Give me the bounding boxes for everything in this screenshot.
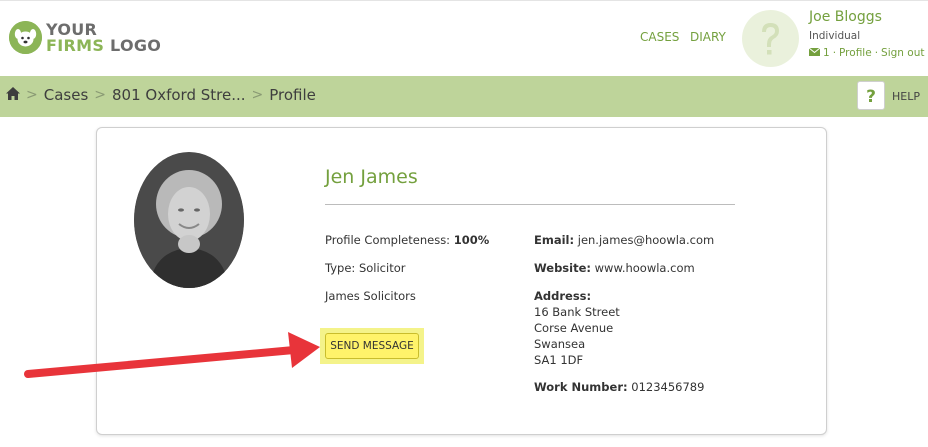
address-line: 16 Bank Street — [534, 305, 620, 319]
address-line: Swansea — [534, 337, 586, 351]
logo-dog-icon — [9, 21, 42, 54]
breadcrumb-separator: > — [26, 87, 38, 103]
breadcrumb-profile: Profile — [269, 86, 316, 104]
user-links: 1 · Profile · Sign out — [808, 47, 924, 59]
address-block: Address: 16 Bank Street Corse Avenue Swa… — [534, 288, 620, 368]
website-value[interactable]: www.hoowla.com — [595, 261, 695, 275]
profile-card: Jen James Profile Completeness: 100% Typ… — [96, 127, 827, 435]
breadcrumb-case[interactable]: 801 Oxford Stre... — [112, 86, 246, 104]
user-type: Individual — [809, 30, 861, 42]
dot-separator: · — [832, 47, 837, 59]
signout-link[interactable]: Sign out — [881, 47, 924, 59]
message-count[interactable]: 1 — [823, 47, 830, 59]
logo-wordmark: YOUR FIRMS LOGO — [46, 21, 162, 55]
firm-logo[interactable]: YOUR FIRMS LOGO — [9, 21, 161, 54]
pointer-arrow — [22, 328, 327, 388]
profile-link[interactable]: Profile — [839, 47, 872, 59]
completeness-value: 100% — [453, 233, 490, 247]
logo-line2b: LOGO — [110, 35, 162, 55]
help-button[interactable]: ? — [857, 81, 885, 110]
send-message-button[interactable]: SEND MESSAGE — [325, 333, 419, 359]
work-number-value: 0123456789 — [631, 380, 705, 394]
address-line: Corse Avenue — [534, 321, 614, 335]
profile-completeness: Profile Completeness: 100% — [325, 232, 489, 248]
logo-line2a: FIRMS — [46, 35, 105, 55]
help-icon: ? — [866, 87, 876, 107]
email-row: Email: jen.james@hoowla.com — [534, 232, 714, 248]
breadcrumb-separator: > — [251, 87, 264, 103]
website-row: Website: www.hoowla.com — [534, 260, 695, 276]
help-label[interactable]: HELP — [892, 90, 920, 103]
profile-firm: James Solicitors — [325, 289, 416, 303]
breadcrumb-separator: > — [94, 87, 106, 103]
breadcrumb: > Cases > 801 Oxford Stre... > Profile — [6, 86, 316, 104]
completeness-label: Profile Completeness: — [325, 233, 451, 247]
nav-diary[interactable]: DIARY — [690, 30, 726, 44]
breadcrumb-cases[interactable]: Cases — [44, 86, 89, 104]
user-name[interactable]: Joe Bloggs — [809, 9, 882, 25]
profile-photo — [134, 152, 244, 288]
email-label: Email: — [534, 233, 575, 247]
nav-cases[interactable]: CASES — [640, 30, 679, 44]
profile-type: Type: Solicitor — [325, 261, 406, 275]
top-header: YOUR FIRMS LOGO CASES DIARY Joe Bloggs I… — [0, 0, 928, 76]
email-value[interactable]: jen.james@hoowla.com — [578, 233, 714, 247]
address-label: Address: — [534, 289, 592, 303]
work-number-row: Work Number: 0123456789 — [534, 379, 704, 395]
website-label: Website: — [534, 261, 591, 275]
name-divider — [325, 204, 735, 205]
home-icon[interactable] — [6, 86, 20, 104]
dot-separator: · — [874, 47, 879, 59]
envelope-icon[interactable] — [808, 47, 821, 59]
profile-name: Jen James — [325, 166, 418, 188]
user-placeholder-icon[interactable] — [742, 10, 799, 67]
work-number-label: Work Number: — [534, 380, 628, 394]
address-line: SA1 1DF — [534, 353, 584, 367]
